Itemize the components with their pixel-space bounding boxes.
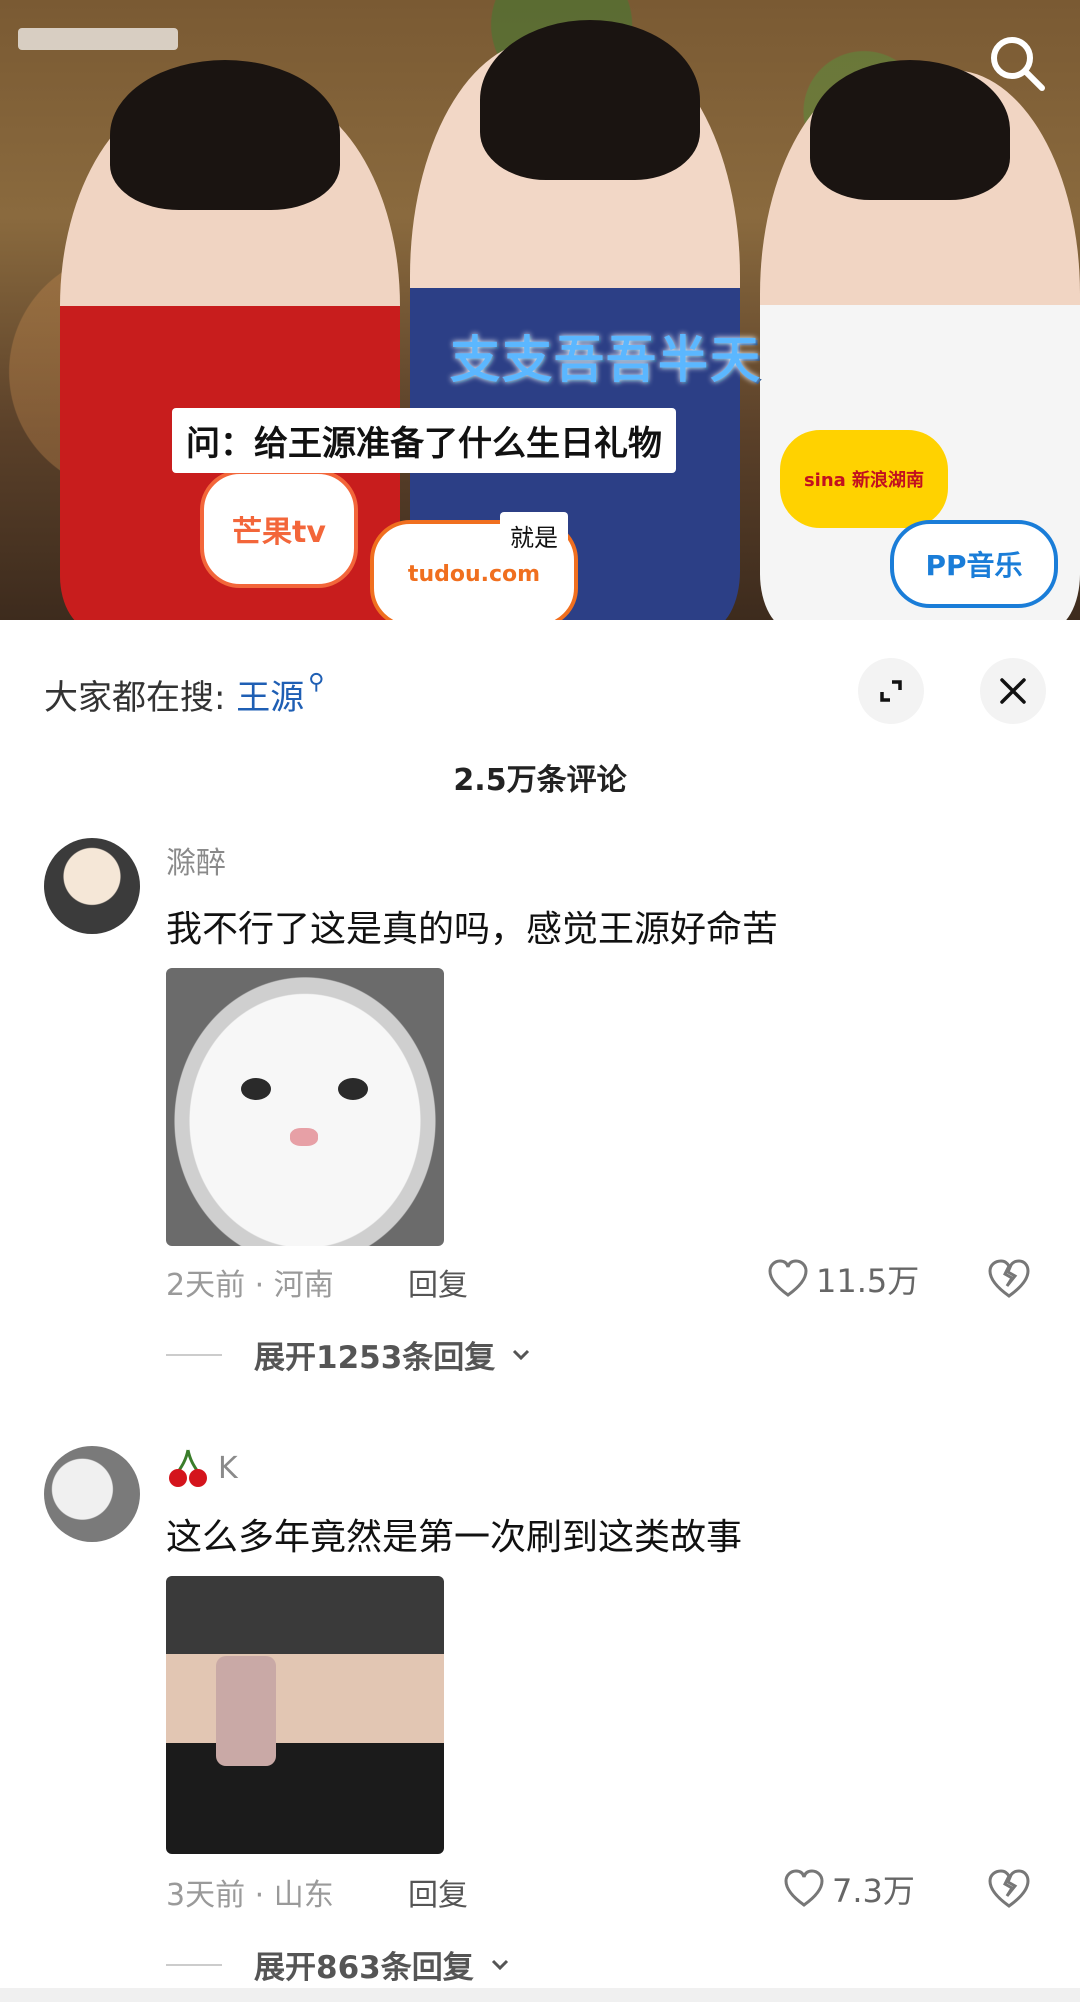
cherry-icon <box>169 1449 207 1487</box>
close-button[interactable] <box>980 658 1046 724</box>
cat-nose <box>290 1128 318 1146</box>
mic-sina: sina 新浪湖南 <box>780 430 948 528</box>
dislike-button[interactable] <box>986 1256 1032 1302</box>
search-suggestion-prefix: 大家都在搜: <box>44 678 237 718</box>
person-right-hair <box>810 60 1010 200</box>
mic-sina-label: sina 新浪湖南 <box>803 470 925 491</box>
mic-pp: PP音乐 <box>890 520 1058 608</box>
comment-image[interactable] <box>166 968 444 1246</box>
mic-pp-label: PP音乐 <box>925 549 1023 582</box>
expand-button[interactable] <box>858 658 924 724</box>
mic-mango: 芒果tv <box>200 470 358 588</box>
video-player[interactable]: 芒果tv tudou.com sina 新浪湖南 PP音乐 支支吾吾半天 问：给… <box>0 0 1080 620</box>
comment-image[interactable] <box>166 1576 444 1854</box>
heart-icon <box>784 1869 824 1907</box>
cat-eye-right <box>338 1078 368 1100</box>
close-icon <box>1000 678 1026 704</box>
search-suggestion-keyword[interactable]: 王源 <box>236 678 304 718</box>
expand-icon <box>880 680 902 702</box>
comment-meta: 2天前 · 河南 <box>166 1268 334 1303</box>
search-icon: ⚲ <box>308 670 325 695</box>
broken-heart-icon <box>988 1259 1030 1298</box>
cat-eye-left <box>241 1078 271 1100</box>
comment-username[interactable]: 滁醉 <box>166 838 226 882</box>
video-subtitle-question: 问：给王源准备了什么生日礼物 <box>172 408 676 473</box>
like-button[interactable]: 11.5万 <box>766 1256 919 1302</box>
broken-heart-icon <box>988 1869 1030 1908</box>
heart-icon <box>768 1259 808 1297</box>
comment-text: 这么多年竟然是第一次刷到这类故事 <box>166 1517 743 1558</box>
comment-username-text: K <box>218 1450 238 1486</box>
bottom-bar <box>0 1988 1080 2002</box>
status-bar <box>18 28 178 50</box>
divider-line <box>166 1963 222 1966</box>
like-button[interactable]: 7.3万 <box>782 1866 915 1912</box>
video-subtitle-small: 就是 <box>500 512 568 559</box>
expand-replies[interactable]: 展开863条回复 <box>166 1942 512 1987</box>
mic-tudou-label: tudou.com <box>407 561 541 587</box>
video-search-button[interactable] <box>982 28 1052 98</box>
person-left-hair <box>110 60 340 210</box>
reply-button[interactable]: 回复 <box>408 1260 468 1304</box>
chevron-down-icon <box>491 1959 508 1970</box>
comment-text: 我不行了这是真的吗，感觉王源好命苦 <box>166 909 779 950</box>
mic-mango-label: 芒果tv <box>232 515 326 550</box>
divider-line <box>166 1353 222 1356</box>
comment-meta: 3天前 · 山东 <box>166 1878 334 1913</box>
search-suggestion[interactable]: 大家都在搜: 王源 ⚲ <box>44 670 324 719</box>
like-count: 11.5万 <box>816 1262 920 1300</box>
search-icon <box>991 37 1045 91</box>
like-count: 7.3万 <box>832 1872 915 1910</box>
expand-replies-label: 展开1253条回复 <box>254 1340 496 1376</box>
comments-sheet-header: 大家都在搜: 王源 ⚲ <box>0 620 1080 730</box>
comment-username[interactable]: K <box>166 1446 238 1490</box>
reply-button[interactable]: 回复 <box>408 1870 468 1914</box>
expand-replies-label: 展开863条回复 <box>254 1950 474 1986</box>
video-subtitle-top: 支支吾吾半天 <box>450 331 762 389</box>
comments-sheet: 大家都在搜: 王源 ⚲ 2.5万条评论 滁醉 我不行了这是真的吗，感觉王源好命苦 … <box>0 620 1080 2002</box>
chevron-down-icon <box>513 1349 530 1360</box>
avatar[interactable] <box>44 1446 140 1542</box>
phone-in-image <box>216 1656 276 1766</box>
dislike-button[interactable] <box>986 1866 1032 1912</box>
expand-replies[interactable]: 展开1253条回复 <box>166 1332 533 1377</box>
person-center-hair <box>480 20 700 180</box>
avatar[interactable] <box>44 838 140 934</box>
comment-count: 2.5万条评论 <box>453 763 627 798</box>
